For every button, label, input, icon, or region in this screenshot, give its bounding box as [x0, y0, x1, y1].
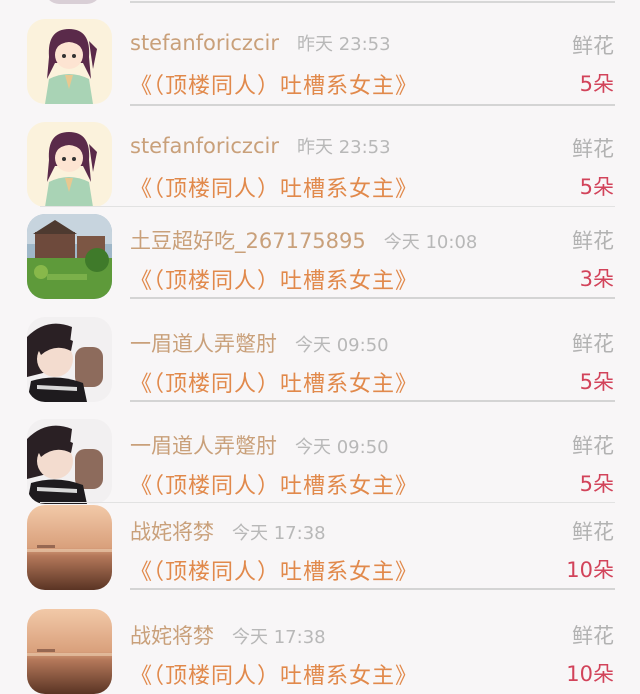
list-item[interactable]: 一眉道人弄蹩肘 今天 09:50 鲜花 《（顶楼同人）吐槽系女主》 5朵: [0, 419, 640, 510]
list-item[interactable]: 战姹将棼 今天 17:38 鲜花 《（顶楼同人）吐槽系女主》 10朵: [0, 505, 640, 596]
divider: [130, 588, 615, 590]
list-item[interactable]: 战姹将棼 今天 17:38 鲜花 《（顶楼同人）吐槽系女主》 10朵: [0, 609, 640, 694]
timestamp: 今天 17:38: [232, 523, 326, 544]
divider: [130, 297, 615, 299]
username[interactable]: 战姹将棼 今天 17:38: [130, 620, 326, 650]
book-title-link[interactable]: 《（顶楼同人）吐槽系女主》: [130, 263, 418, 295]
book-title-link[interactable]: 《（顶楼同人）吐槽系女主》: [130, 171, 418, 203]
book-title-link[interactable]: 《（顶楼同人）吐槽系女主》: [130, 68, 418, 100]
username[interactable]: 土豆超好吃_267175895 今天 10:08: [130, 225, 477, 255]
person-photo-avatar[interactable]: [27, 317, 112, 402]
list-item[interactable]: 土豆超好吃_267175895 今天 10:08 鲜花 《（顶楼同人）吐槽系女主》…: [0, 214, 640, 305]
avatar: [45, 0, 101, 4]
username[interactable]: 战姹将棼 今天 17:38: [130, 516, 326, 546]
landscape-house-avatar[interactable]: [27, 214, 112, 299]
username[interactable]: stefanforiczcir 昨天 23:53: [130, 30, 391, 56]
timestamp: 今天 09:50: [295, 437, 389, 458]
list-item[interactable]: 一眉道人弄蹩肘 今天 09:50 鲜花 《（顶楼同人）吐槽系女主》 5朵: [0, 317, 640, 408]
gift-type-label: 鲜花: [572, 137, 614, 161]
flower-count: 10朵: [566, 662, 614, 686]
timestamp: 今天 09:50: [295, 335, 389, 356]
flower-count: 5朵: [579, 175, 614, 199]
gift-type-label: 鲜花: [572, 34, 614, 58]
divider: [130, 104, 615, 106]
flower-count: 10朵: [566, 558, 614, 582]
timestamp: 今天 10:08: [383, 232, 478, 253]
list-item[interactable]: stefanforiczcir 昨天 23:53 鲜花 《（顶楼同人）吐槽系女主》…: [0, 19, 640, 110]
timestamp: 昨天 23:53: [296, 137, 391, 158]
gift-type-label: 鲜花: [572, 229, 614, 253]
username[interactable]: 一眉道人弄蹩肘 今天 09:50: [130, 328, 389, 358]
divider: [130, 1, 615, 3]
list-item[interactable]: stefanforiczcir 昨天 23:53 鲜花 《（顶楼同人）吐槽系女主》…: [0, 122, 640, 213]
book-title-link[interactable]: 《（顶楼同人）吐槽系女主》: [130, 468, 418, 500]
gift-type-label: 鲜花: [572, 332, 614, 356]
anime-girl-avatar[interactable]: [27, 122, 112, 207]
flower-count: 3朵: [579, 267, 614, 291]
timestamp: 今天 17:38: [232, 627, 326, 648]
sunset-avatar[interactable]: [27, 505, 112, 590]
anime-girl-avatar[interactable]: [27, 19, 112, 104]
flower-count: 5朵: [579, 472, 614, 496]
book-title-link[interactable]: 《（顶楼同人）吐槽系女主》: [130, 554, 418, 586]
gift-type-label: 鲜花: [572, 624, 614, 648]
book-title-link[interactable]: 《（顶楼同人）吐槽系女主》: [130, 366, 418, 398]
username[interactable]: 一眉道人弄蹩肘 今天 09:50: [130, 430, 389, 460]
username[interactable]: stefanforiczcir 昨天 23:53: [130, 133, 391, 159]
divider: [130, 400, 615, 402]
gift-type-label: 鲜花: [572, 520, 614, 544]
gift-type-label: 鲜花: [572, 434, 614, 458]
sunset-avatar[interactable]: [27, 609, 112, 694]
person-photo-avatar[interactable]: [27, 419, 112, 504]
divider: [40, 206, 615, 207]
divider: [40, 502, 615, 503]
book-title-link[interactable]: 《（顶楼同人）吐槽系女主》: [130, 658, 418, 690]
previous-row-remnant: [0, 0, 640, 8]
flower-count: 5朵: [579, 72, 614, 96]
timestamp: 昨天 23:53: [296, 34, 391, 55]
flower-count: 5朵: [579, 370, 614, 394]
